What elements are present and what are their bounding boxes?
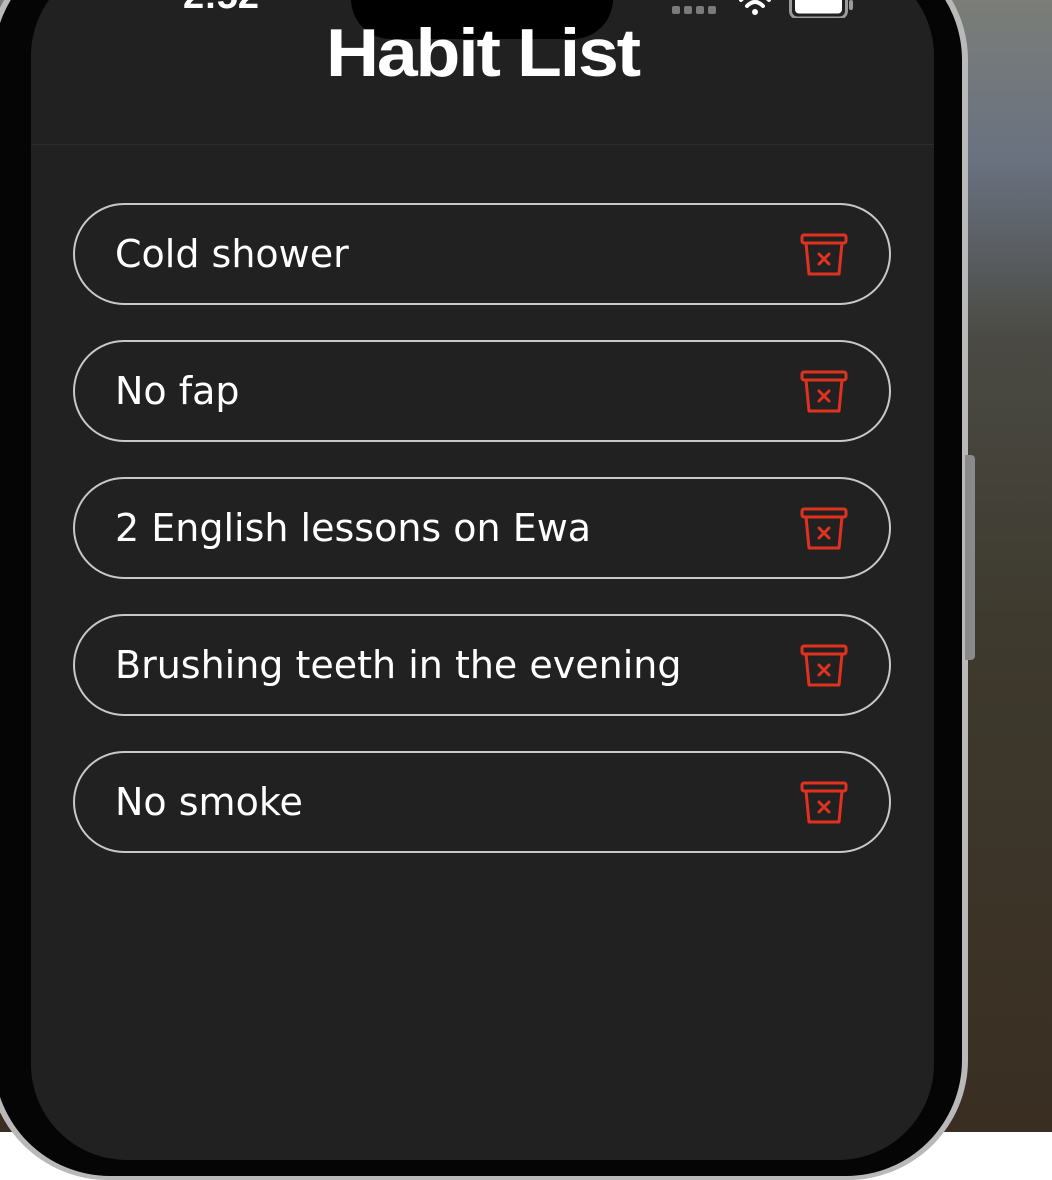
trash-icon (800, 644, 848, 687)
delete-habit-button[interactable] (799, 232, 849, 278)
app-header: Habit List (31, 0, 934, 145)
delete-habit-button[interactable] (799, 369, 849, 415)
habit-item[interactable]: Brushing teeth in the evening (73, 614, 891, 716)
habit-label: No smoke (115, 780, 303, 824)
app-screen: 2:52 Habit List Cold shower (31, 0, 934, 1160)
habit-item[interactable]: Cold shower (73, 203, 891, 305)
trash-icon (800, 781, 848, 824)
habit-item[interactable]: No fap (73, 340, 891, 442)
habit-label: Cold shower (115, 232, 349, 276)
habit-label: No fap (115, 369, 240, 413)
delete-habit-button[interactable] (799, 643, 849, 689)
habit-item[interactable]: 2 English lessons on Ewa (73, 477, 891, 579)
trash-icon (800, 507, 848, 550)
habit-label: 2 English lessons on Ewa (115, 506, 592, 550)
delete-habit-button[interactable] (799, 780, 849, 826)
trash-icon (800, 233, 848, 276)
trash-icon (800, 370, 848, 413)
delete-habit-button[interactable] (799, 506, 849, 552)
habit-item[interactable]: No smoke (73, 751, 891, 853)
habit-label: Brushing teeth in the evening (115, 643, 682, 687)
habit-list: Cold shower No fap 2 English lessons on … (73, 203, 891, 888)
phone-side-button (965, 455, 975, 660)
page-title: Habit List (326, 15, 641, 91)
